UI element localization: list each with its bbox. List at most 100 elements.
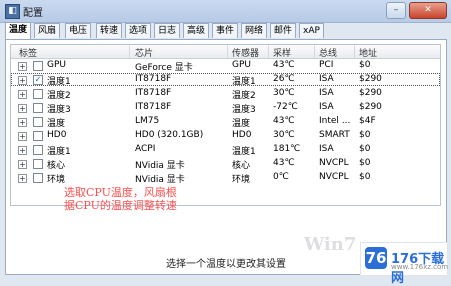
- sensor-checkbox[interactable]: [33, 117, 43, 127]
- tab-8[interactable]: 网络: [241, 23, 268, 38]
- row-bus: SMART: [319, 130, 350, 140]
- list-header: 标签 芯片 传感器 采样 总线 地址: [11, 45, 440, 59]
- column-separator[interactable]: [129, 45, 130, 58]
- table-row[interactable]: + GPU GeForce 显卡 GPU 43℃ PCI $0: [11, 59, 440, 73]
- minimize-button[interactable]: –: [386, 2, 406, 19]
- row-sample: 43℃: [273, 116, 295, 126]
- tab-2[interactable]: 电压: [65, 23, 92, 38]
- sensor-checkbox[interactable]: ✓: [33, 75, 43, 85]
- temperature-panel: 标签 芯片 传感器 采样 总线 地址 + GPU GeForce 显卡 GPU 43℃ P…: [5, 39, 447, 275]
- table-row[interactable]: + 温度 LM75 温度 43℃ Intel ... $4F: [11, 115, 440, 129]
- sensor-checkbox[interactable]: [33, 131, 43, 141]
- tab-9[interactable]: 邮件: [270, 23, 297, 38]
- column-sensor[interactable]: 传感器: [232, 46, 259, 59]
- expand-icon[interactable]: +: [18, 90, 27, 99]
- expand-icon[interactable]: +: [18, 174, 27, 183]
- row-sample: -72℃: [273, 102, 298, 112]
- column-separator[interactable]: [354, 45, 355, 58]
- annotation-text: 选取CPU温度，风扇根据CPU的温度调整转速: [64, 186, 177, 212]
- tab-3[interactable]: 转速: [96, 23, 123, 38]
- row-sample: 43℃: [273, 158, 295, 168]
- title-bar: ◧ 配置 – ✕: [0, 0, 451, 23]
- window-title: 配置: [23, 8, 43, 19]
- tab-1[interactable]: 风扇: [34, 23, 61, 38]
- row-sensor: 温度3: [232, 105, 256, 115]
- column-separator[interactable]: [314, 45, 315, 58]
- row-chip: NVidia 显卡: [135, 175, 185, 185]
- expand-icon[interactable]: +: [18, 118, 27, 127]
- row-bus: Intel ...: [319, 116, 351, 126]
- sensor-list[interactable]: 标签 芯片 传感器 采样 总线 地址 + GPU GeForce 显卡 GPU 43℃ P…: [10, 44, 441, 206]
- table-row[interactable]: + ✓ 温度1 IT8718F 温度1 26℃ ISA $290: [11, 73, 440, 87]
- sensor-checkbox[interactable]: [33, 159, 43, 169]
- app-icon: ◧: [5, 4, 20, 19]
- table-row[interactable]: + 温度2 IT8718F 温度2 30℃ ISA $290: [11, 87, 440, 101]
- row-sensor: HD0: [232, 130, 252, 140]
- tab-10[interactable]: xAP: [299, 23, 324, 38]
- column-label[interactable]: 标签: [19, 46, 37, 59]
- column-bus[interactable]: 总线: [319, 46, 337, 59]
- expand-icon[interactable]: +: [18, 62, 27, 71]
- row-bus: PCI: [319, 60, 334, 70]
- row-label: 温度: [47, 119, 66, 129]
- row-sensor: GPU: [232, 60, 251, 70]
- sensor-checkbox[interactable]: [33, 103, 43, 113]
- row-sensor: 环境: [232, 175, 251, 185]
- column-separator[interactable]: [227, 45, 228, 58]
- table-row[interactable]: + 环境 NVidia 显卡 环境 0℃ NVCPL $0: [11, 171, 440, 185]
- tab-5[interactable]: 日志: [154, 23, 181, 38]
- row-sample: 26℃: [273, 74, 295, 84]
- expand-icon[interactable]: +: [18, 104, 27, 113]
- sensor-checkbox[interactable]: [33, 173, 43, 183]
- row-label: GPU: [47, 60, 66, 70]
- row-bus: ISA: [319, 144, 334, 154]
- win7-watermark: Win7: [304, 234, 357, 255]
- row-chip: IT8718F: [135, 74, 172, 84]
- row-label: HD0: [47, 130, 67, 140]
- row-label: 温度3: [47, 105, 71, 115]
- sensor-checkbox[interactable]: [33, 89, 43, 99]
- sensor-checkbox[interactable]: [33, 145, 43, 155]
- brand-icon: 76: [365, 247, 387, 269]
- column-chip[interactable]: 芯片: [135, 46, 153, 59]
- column-separator[interactable]: [268, 45, 269, 58]
- table-row[interactable]: + 核心 NVidia 显卡 核心 43℃ NVCPL $0: [11, 157, 440, 171]
- row-label: 温度1: [47, 77, 71, 87]
- brand-url: www.176xz.com: [391, 263, 449, 271]
- row-sample: 181℃: [273, 144, 301, 154]
- table-row[interactable]: + 温度1 ACPI 温度1 181℃ ISA $0: [11, 143, 440, 157]
- table-row[interactable]: + 温度3 IT8718F 温度3 -72℃ ISA $290: [11, 101, 440, 115]
- expand-icon[interactable]: +: [18, 160, 27, 169]
- row-chip: NVidia 显卡: [135, 161, 185, 171]
- row-bus: ISA: [319, 74, 334, 84]
- row-address: $0: [359, 158, 371, 168]
- tab-6[interactable]: 高级: [183, 23, 210, 38]
- row-bus: ISA: [319, 88, 334, 98]
- row-address: $0: [359, 144, 371, 154]
- expand-icon[interactable]: +: [18, 146, 27, 155]
- row-label: 温度2: [47, 91, 71, 101]
- row-sensor: 温度1: [232, 147, 256, 157]
- row-address: $4F: [359, 116, 376, 126]
- column-address[interactable]: 地址: [359, 46, 377, 59]
- sensor-checkbox[interactable]: [33, 61, 43, 71]
- row-chip: ACPI: [135, 144, 156, 154]
- row-address: $0: [359, 172, 371, 182]
- row-address: $0: [359, 60, 371, 70]
- row-sensor: 温度: [232, 119, 251, 129]
- tab-4[interactable]: 选项: [125, 23, 152, 38]
- expand-icon[interactable]: +: [18, 76, 27, 85]
- row-label: 环境: [47, 175, 66, 185]
- row-sample: 0℃: [273, 172, 289, 182]
- close-button[interactable]: ✕: [409, 2, 447, 19]
- table-row[interactable]: + HD0 HD0 (320.1GB) HD0 30℃ SMART $0: [11, 129, 440, 142]
- column-sample[interactable]: 采样: [273, 46, 291, 59]
- row-chip: IT8718F: [135, 88, 172, 98]
- brand-logo: 76 176下载网 www.176xz.com: [360, 242, 449, 286]
- row-sensor: 温度1: [232, 77, 256, 87]
- row-sample: 30℃: [273, 130, 295, 140]
- tab-0[interactable]: 温度: [5, 22, 32, 39]
- tab-7[interactable]: 事件: [212, 23, 239, 38]
- expand-icon[interactable]: +: [18, 132, 27, 141]
- row-label: 温度1: [47, 147, 71, 157]
